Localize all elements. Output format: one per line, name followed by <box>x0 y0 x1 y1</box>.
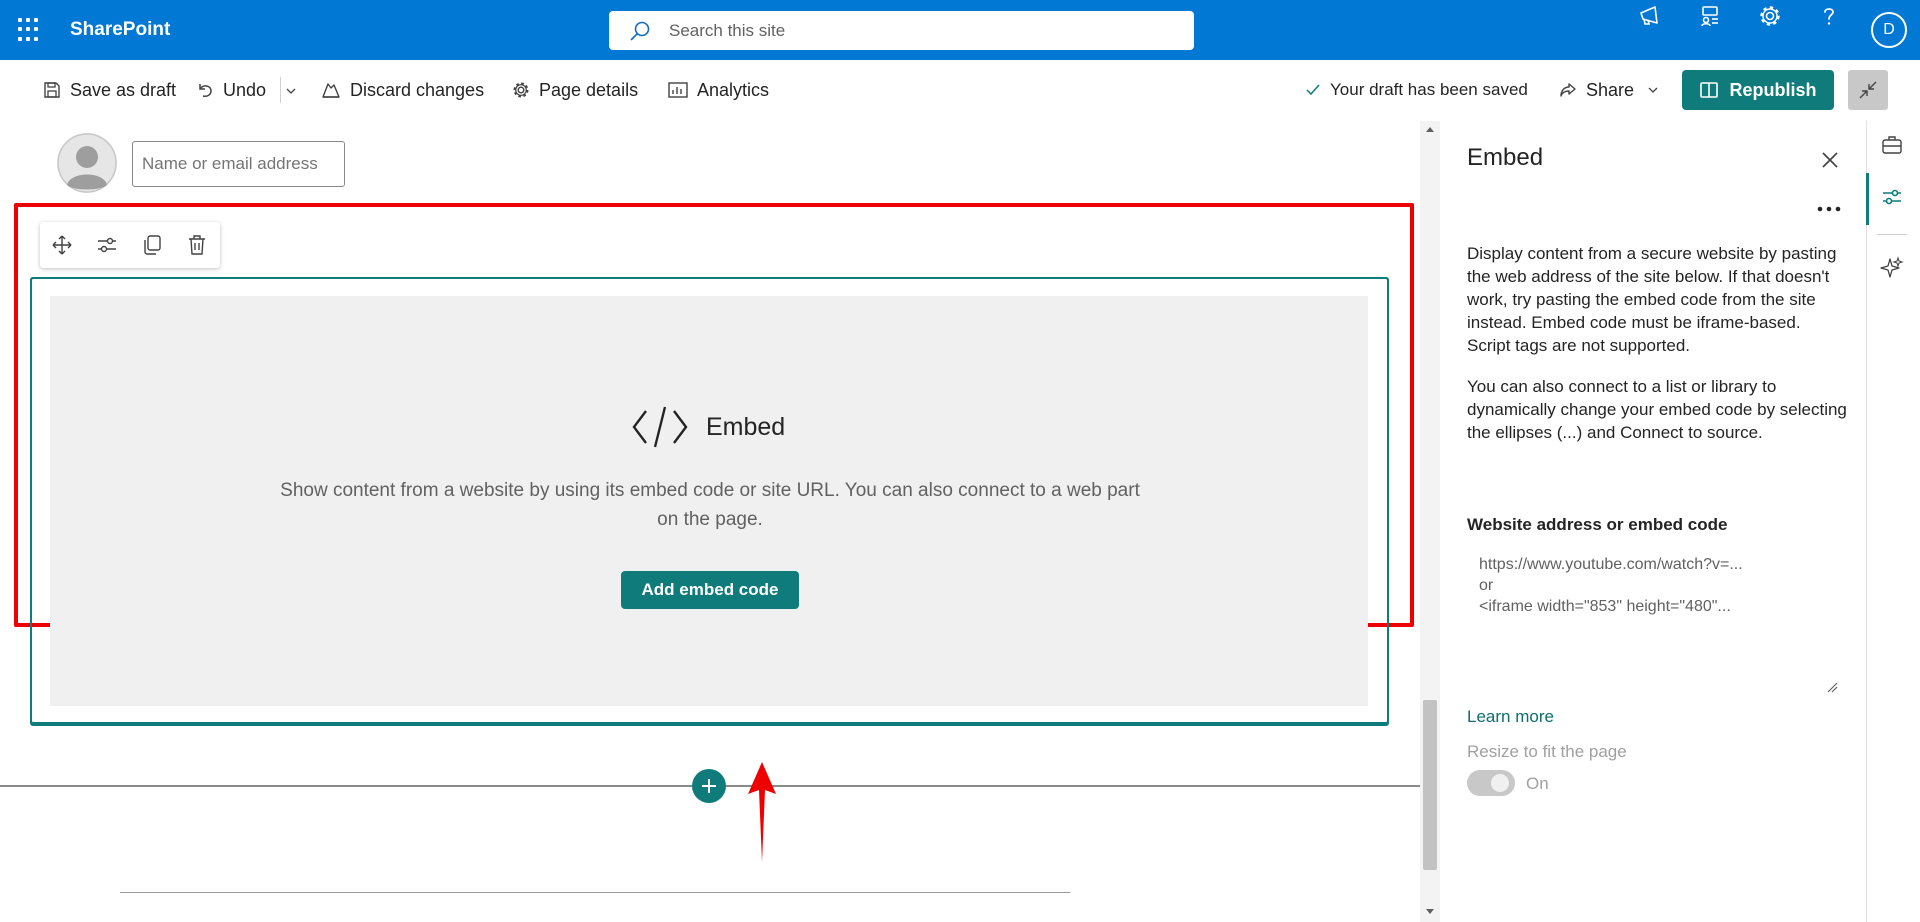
chevron-down-icon[interactable] <box>284 84 298 98</box>
book-icon <box>1700 82 1719 98</box>
properties-icon[interactable] <box>1880 185 1904 209</box>
edit-properties-icon[interactable] <box>95 233 119 257</box>
user-avatar[interactable]: D <box>1871 12 1907 48</box>
move-icon[interactable] <box>50 233 74 257</box>
share-button[interactable]: Share <box>1558 60 1668 120</box>
share-label: Share <box>1586 79 1635 100</box>
embed-title-row: Embed <box>632 402 785 452</box>
toggle-state-text: On <box>1526 774 1549 793</box>
app-launcher-icon[interactable] <box>18 18 42 42</box>
republish-button[interactable]: Republish <box>1682 70 1834 110</box>
sparkle-icon[interactable] <box>1880 256 1904 280</box>
save-icon <box>44 82 60 98</box>
resize-label: Resize to fit the page <box>1467 742 1627 761</box>
add-embed-code-button[interactable]: Add embed code <box>621 571 799 609</box>
pane-description-2: You can also connect to a list or librar… <box>1467 377 1847 442</box>
help-icon[interactable] <box>1813 0 1845 32</box>
toolbox-icon[interactable] <box>1880 133 1904 157</box>
save-status: Your draft has been saved <box>1304 60 1528 120</box>
chevron-down-icon <box>1648 87 1658 93</box>
search-box[interactable]: Search this site <box>609 11 1194 50</box>
save-draft-label: Save as draft <box>70 79 177 100</box>
more-options-icon[interactable] <box>1816 205 1842 213</box>
analytics-label: Analytics <box>697 79 770 100</box>
community-icon[interactable] <box>1694 0 1726 32</box>
learn-more-link[interactable]: Learn more <box>1467 707 1554 727</box>
analytics-button[interactable]: Analytics <box>667 60 769 120</box>
republish-label: Republish <box>1729 79 1817 100</box>
gear-icon[interactable] <box>1754 0 1786 32</box>
rail-divider <box>1877 234 1907 235</box>
discard-changes-button[interactable]: Discard changes <box>320 60 484 120</box>
embed-code-input[interactable]: https://www.youtube.com/watch?v=... or <… <box>1467 544 1840 694</box>
collapse-arrows-icon <box>1859 81 1877 99</box>
pane-description-1: Display content from a secure website by… <box>1467 244 1837 355</box>
discard-icon <box>322 83 340 98</box>
scroll-up-icon[interactable] <box>1425 125 1435 133</box>
person-avatar <box>57 133 117 193</box>
pane-title: Embed <box>1467 144 1544 171</box>
code-icon <box>632 406 688 448</box>
search-placeholder: Search this site <box>669 21 786 40</box>
page-details-label: Page details <box>539 79 639 100</box>
content-divider <box>120 892 1070 893</box>
save-draft-button[interactable]: Save as draft <box>42 60 176 120</box>
delete-icon[interactable] <box>185 233 209 257</box>
close-icon[interactable] <box>1818 148 1842 172</box>
duplicate-icon[interactable] <box>140 233 164 257</box>
save-status-text: Your draft has been saved <box>1330 80 1528 99</box>
search-icon <box>630 21 650 41</box>
undo-icon <box>199 84 212 97</box>
embed-title: Embed <box>706 412 786 441</box>
add-section-button[interactable] <box>692 769 726 803</box>
analytics-icon <box>668 82 688 98</box>
app-name[interactable]: SharePoint <box>70 19 170 41</box>
toggle-knob <box>1491 774 1509 792</box>
scroll-down-icon[interactable] <box>1425 908 1435 916</box>
scrollbar-thumb[interactable] <box>1423 700 1437 870</box>
page-details-button[interactable]: Page details <box>511 60 638 120</box>
suite-bar: SharePoint Search this site D <box>0 0 1920 60</box>
share-icon <box>1560 83 1576 97</box>
webpart-toolbar <box>40 222 220 268</box>
red-arrow-annotation <box>748 762 776 862</box>
undo-label: Undo <box>223 79 267 100</box>
resize-grip-icon[interactable] <box>1826 681 1838 693</box>
checkmark-icon <box>1306 84 1320 96</box>
gear-icon <box>513 82 529 98</box>
embed-field-label: Website address or embed code <box>1467 515 1728 534</box>
rail-active-indicator <box>1866 173 1869 225</box>
plus-icon <box>702 779 716 793</box>
divider <box>280 77 281 103</box>
name-email-input[interactable] <box>132 141 345 187</box>
command-bar: Save as draft Undo Discard changes Page … <box>0 60 1920 120</box>
embed-description: Show content from a website by using its… <box>280 480 1140 530</box>
person-icon <box>57 133 117 193</box>
collapse-button[interactable] <box>1848 70 1888 110</box>
right-rail <box>1866 121 1920 922</box>
undo-button[interactable]: Undo <box>195 60 266 120</box>
discard-label: Discard changes <box>350 79 485 100</box>
megaphone-icon[interactable] <box>1634 0 1666 32</box>
